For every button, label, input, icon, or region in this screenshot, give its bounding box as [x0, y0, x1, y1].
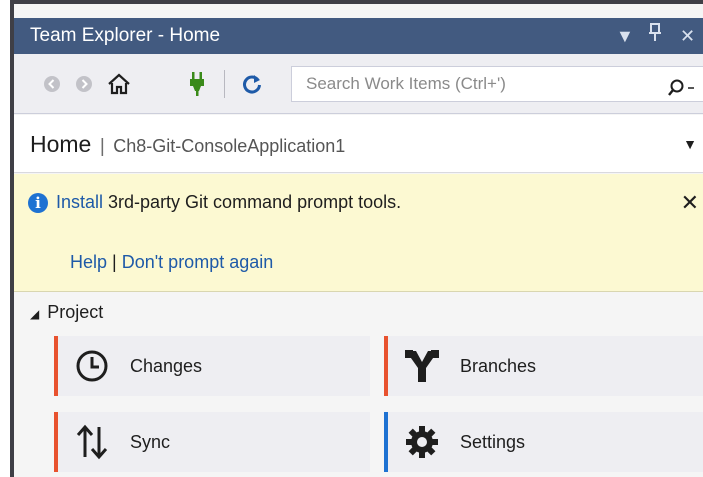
repository-name: Ch8-Git-ConsoleApplication1 — [113, 136, 346, 156]
toolbar: Search Work Items (Ctrl+') — [14, 54, 703, 114]
clock-icon — [68, 346, 116, 386]
home-icon[interactable] — [107, 72, 131, 96]
tile-changes[interactable]: Changes — [54, 336, 370, 396]
team-explorer-window: Team Explorer - Home ▼ ✕ Search Work Ite… — [10, 0, 703, 477]
banner-links: Help | Don't prompt again — [70, 252, 273, 273]
info-icon: i — [28, 192, 48, 213]
gear-icon — [398, 422, 446, 462]
header-separator: | — [99, 136, 105, 157]
tile-label-changes: Changes — [130, 355, 203, 376]
project-section-header[interactable]: ◢ Project — [30, 302, 103, 323]
tile-label-settings: Settings — [460, 431, 526, 452]
page-header: Home | Ch8-Git-ConsoleApplication1 ▼ — [14, 115, 703, 173]
project-section-title: Project — [47, 302, 104, 322]
title-bar: Team Explorer - Home ▼ ✕ — [14, 18, 703, 54]
collapse-triangle-icon[interactable]: ◢ — [30, 307, 39, 321]
page-title[interactable]: Home — [30, 131, 91, 157]
tile-branches[interactable]: Branches — [384, 336, 703, 396]
search-placeholder: Search Work Items (Ctrl+') — [306, 74, 506, 93]
dont-prompt-again-link[interactable]: Don't prompt again — [122, 252, 274, 272]
search-icon[interactable] — [668, 75, 698, 109]
window-title: Team Explorer - Home — [30, 25, 221, 46]
top-gap — [14, 4, 703, 18]
connect-plug-icon[interactable] — [185, 72, 209, 96]
info-banner: i Install 3rd-party Git command prompt t… — [14, 174, 703, 292]
close-window-icon[interactable]: ✕ — [680, 18, 695, 54]
search-work-items-field[interactable]: Search Work Items (Ctrl+') — [291, 66, 703, 102]
banner-link-separator: | — [107, 252, 122, 272]
pin-icon[interactable] — [648, 18, 662, 54]
tile-label-branches: Branches — [460, 355, 537, 376]
project-section: ◢ Project Changes Branches Sync Settings — [14, 292, 703, 477]
toolbar-separator — [224, 70, 225, 98]
tile-settings[interactable]: Settings — [384, 412, 703, 472]
sync-arrows-icon — [68, 422, 116, 462]
close-banner-icon[interactable]: ✕ — [681, 190, 699, 216]
page-dropdown-icon[interactable]: ▼ — [683, 115, 697, 173]
back-icon[interactable] — [40, 72, 64, 96]
window-dropdown-icon[interactable]: ▼ — [616, 18, 634, 54]
help-link[interactable]: Help — [70, 252, 107, 272]
tile-label-sync: Sync — [130, 431, 171, 452]
forward-icon[interactable] — [72, 72, 96, 96]
banner-message: 3rd-party Git command prompt tools. — [103, 192, 402, 212]
install-link[interactable]: Install — [56, 192, 103, 213]
branch-icon — [398, 346, 446, 386]
tile-sync[interactable]: Sync — [54, 412, 370, 472]
banner-message-line: i Install 3rd-party Git command prompt t… — [28, 192, 401, 213]
refresh-icon[interactable] — [240, 72, 264, 96]
